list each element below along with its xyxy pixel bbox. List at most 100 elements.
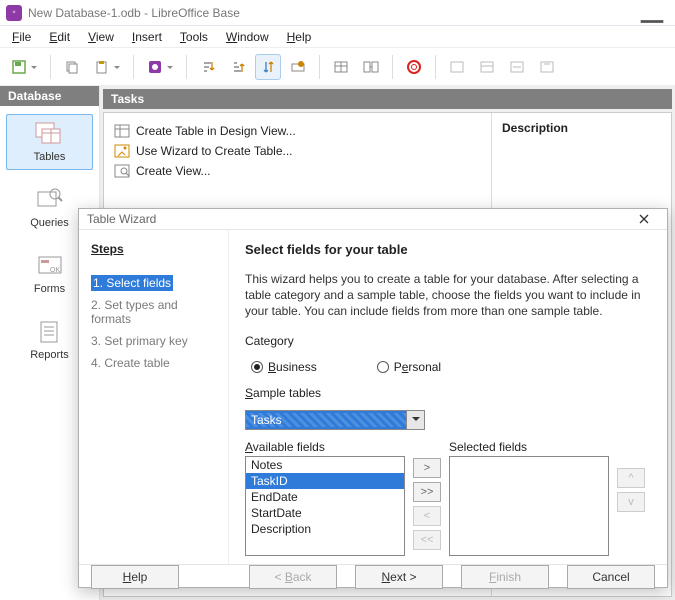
save-button[interactable] — [6, 54, 42, 80]
list-item[interactable]: Description — [246, 521, 404, 537]
category-label: Category — [245, 334, 651, 348]
wizard-step-2[interactable]: 2. Set types and formats — [91, 294, 216, 330]
sidebar-item-label: Forms — [34, 283, 65, 295]
sidebar-item-label: Reports — [30, 349, 69, 361]
form-wizard-button[interactable] — [142, 54, 178, 80]
move-up-button[interactable]: ^ — [617, 468, 645, 488]
paste-button[interactable] — [89, 54, 125, 80]
reports-icon — [34, 319, 66, 345]
queries-icon — [34, 187, 66, 213]
cancel-button[interactable]: Cancel — [567, 565, 655, 589]
design-view-icon — [114, 123, 130, 139]
task-label: Create Table in Design View... — [136, 124, 296, 138]
menu-window[interactable]: Window — [218, 28, 277, 46]
help-button[interactable]: Help — [91, 565, 179, 589]
task-label: Create View... — [136, 164, 210, 178]
next-button[interactable]: Next > — [355, 565, 443, 589]
step-label: 4. Create table — [91, 356, 170, 370]
available-fields-label: Available fields — [245, 440, 405, 454]
wizard-step-1[interactable]: 1. Select fields — [91, 272, 216, 294]
query-button[interactable] — [285, 54, 311, 80]
sidebar-item-label: Queries — [30, 217, 69, 229]
wizard-step-3[interactable]: 3. Set primary key — [91, 330, 216, 352]
task-label: Use Wizard to Create Table... — [136, 144, 293, 158]
new-record-button[interactable] — [444, 54, 470, 80]
sidebar-item-label: Tables — [34, 151, 66, 163]
menu-help[interactable]: Help — [279, 28, 320, 46]
sort-asc-button[interactable] — [195, 54, 221, 80]
sample-tables-label: Sample tables — [245, 386, 651, 400]
menu-view[interactable]: View — [80, 28, 122, 46]
help-button[interactable] — [401, 54, 427, 80]
menu-insert[interactable]: Insert — [124, 28, 170, 46]
copy-button[interactable] — [59, 54, 85, 80]
app-icon: ◦ — [6, 5, 22, 21]
menu-file[interactable]: File — [4, 28, 39, 46]
selected-fields-list[interactable] — [449, 456, 609, 556]
dialog-titlebar[interactable]: Table Wizard — [79, 209, 667, 230]
combo-dropdown-button[interactable] — [406, 411, 424, 429]
list-item[interactable]: TaskID — [246, 473, 404, 489]
sort-button[interactable] — [255, 54, 281, 80]
step-label: 3. Set primary key — [91, 334, 188, 348]
window-title: New Database-1.odb - LibreOffice Base — [28, 6, 635, 20]
menu-label: Tools — [180, 30, 208, 44]
radio-dot-icon — [251, 361, 263, 373]
delete-record-button[interactable] — [504, 54, 530, 80]
step-label: 1. Select fields — [91, 275, 173, 291]
list-item[interactable]: StartDate — [246, 505, 404, 521]
task-create-view[interactable]: Create View... — [114, 161, 481, 181]
toolbar-separator — [50, 55, 51, 79]
wizard-intro: This wizard helps you to create a table … — [245, 271, 651, 320]
menu-label: Window — [226, 30, 269, 44]
move-left-button[interactable]: < — [413, 506, 441, 526]
dialog-footer: Help < Back Next > Finish Cancel — [79, 564, 667, 589]
list-item[interactable]: Notes — [246, 457, 404, 473]
menu-label: File — [12, 30, 31, 44]
dialog-title: Table Wizard — [87, 212, 629, 226]
minimize-button[interactable] — [635, 1, 669, 25]
radio-dot-icon — [377, 361, 389, 373]
toolbar-separator — [319, 55, 320, 79]
toolbar — [0, 48, 675, 86]
toolbar-separator — [435, 55, 436, 79]
edit-record-button[interactable] — [474, 54, 500, 80]
radio-personal[interactable]: Personal — [377, 360, 441, 374]
menu-label: View — [88, 30, 114, 44]
move-all-right-button[interactable]: >> — [413, 482, 441, 502]
toolbar-separator — [392, 55, 393, 79]
sidebar-item-tables[interactable]: Tables — [6, 114, 93, 170]
task-use-wizard[interactable]: Use Wizard to Create Table... — [114, 141, 481, 161]
list-item[interactable]: EndDate — [246, 489, 404, 505]
description-title: Description — [502, 121, 661, 135]
available-fields-list[interactable]: NotesTaskIDEndDateStartDateDescription — [245, 456, 405, 556]
table-view-button[interactable] — [328, 54, 354, 80]
move-all-left-button[interactable]: << — [413, 530, 441, 550]
radio-label: Personal — [394, 360, 441, 374]
combo-value: Tasks — [246, 413, 406, 427]
menu-edit[interactable]: Edit — [41, 28, 78, 46]
step-label: 2. Set types and formats — [91, 298, 178, 326]
task-create-design[interactable]: Create Table in Design View... — [114, 121, 481, 141]
wizard-icon — [114, 143, 130, 159]
menu-tools[interactable]: Tools — [172, 28, 216, 46]
dialog-close-button[interactable] — [629, 209, 659, 229]
wizard-step-4[interactable]: 4. Create table — [91, 352, 216, 374]
selected-fields-label: Selected fields — [449, 440, 609, 454]
move-right-button[interactable]: > — [413, 458, 441, 478]
menu-label: Help — [287, 30, 312, 44]
relations-button[interactable] — [358, 54, 384, 80]
menubar: File Edit View Insert Tools Window Help — [0, 26, 675, 48]
sort-desc-button[interactable] — [225, 54, 251, 80]
wizard-heading: Select fields for your table — [245, 242, 651, 257]
forms-icon: OK — [34, 253, 66, 279]
wizard-content: Select fields for your table This wizard… — [229, 230, 667, 564]
sample-tables-combo[interactable]: Tasks — [245, 410, 425, 430]
finish-button[interactable]: Finish — [461, 565, 549, 589]
radio-business[interactable]: Business — [251, 360, 317, 374]
back-button[interactable]: < Back — [249, 565, 337, 589]
table-wizard-dialog: Table Wizard Steps 1. Select fields 2. S… — [78, 208, 668, 588]
rename-button[interactable] — [534, 54, 560, 80]
svg-text:OK: OK — [50, 267, 60, 274]
move-down-button[interactable]: v — [617, 492, 645, 512]
